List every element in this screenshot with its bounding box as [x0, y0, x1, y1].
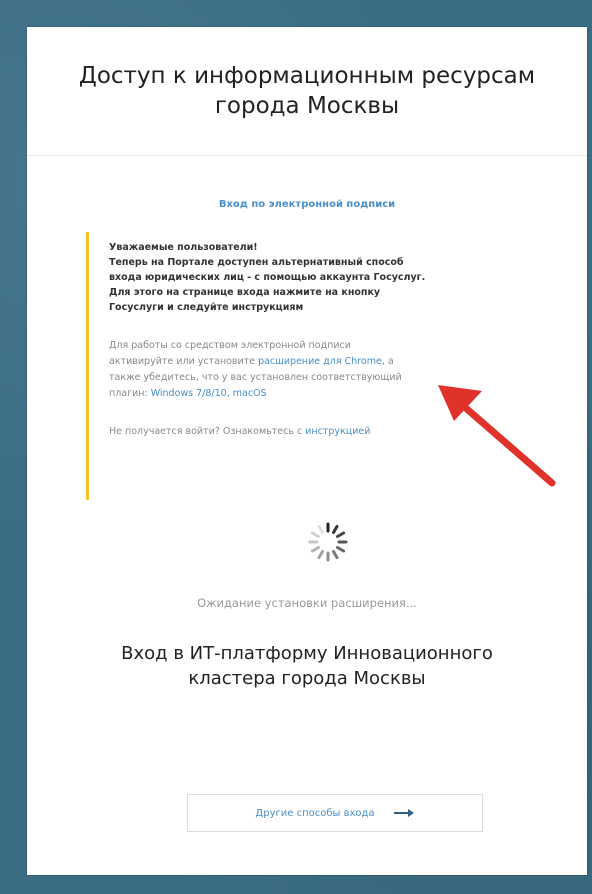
notice-line: входа юридических лиц - с помощью аккаун… — [109, 272, 426, 283]
loading-spinner-icon — [308, 522, 348, 562]
login-card: Доступ к информационным ресурсам города … — [27, 27, 587, 875]
gosuslugi-notice: Уважаемые пользователи! Теперь на Портал… — [109, 240, 526, 315]
status-text: Ожидание установки расширения... — [197, 596, 417, 610]
plugin-link[interactable]: Windows 7/8/10, macOS — [151, 388, 267, 399]
card-header: Доступ к информационным ресурсам города … — [27, 27, 587, 156]
help-text: Не получается войти? Ознакомьтесь с инст… — [109, 426, 371, 437]
instruction-link[interactable]: инструкцией — [305, 426, 370, 437]
notice-line: Госуслуги и следуйте инструкциям — [109, 302, 304, 313]
notice-block: Уважаемые пользователи! Теперь на Портал… — [86, 232, 526, 500]
notice-line: Для этого на странице входа нажмите на к… — [109, 287, 381, 298]
notice-line: Теперь на Портале доступен альтернативны… — [109, 257, 404, 268]
it-platform-title: Вход в ИТ-платформу Инновационного класт… — [121, 643, 493, 689]
arrow-right-icon — [393, 809, 414, 817]
other-login-methods-button[interactable]: Другие способы входа — [187, 794, 483, 832]
chrome-extension-link[interactable]: расширение для Chrome — [258, 356, 382, 367]
eds-login-link[interactable]: Вход по электронной подписи — [27, 199, 587, 210]
other-login-label: Другие способы входа — [255, 807, 375, 819]
page-title: Доступ к информационным ресурсам города … — [78, 63, 536, 119]
extension-notice: Для работы со средством электронной подп… — [109, 340, 402, 399]
notice-line: Уважаемые пользователи! — [109, 242, 258, 253]
